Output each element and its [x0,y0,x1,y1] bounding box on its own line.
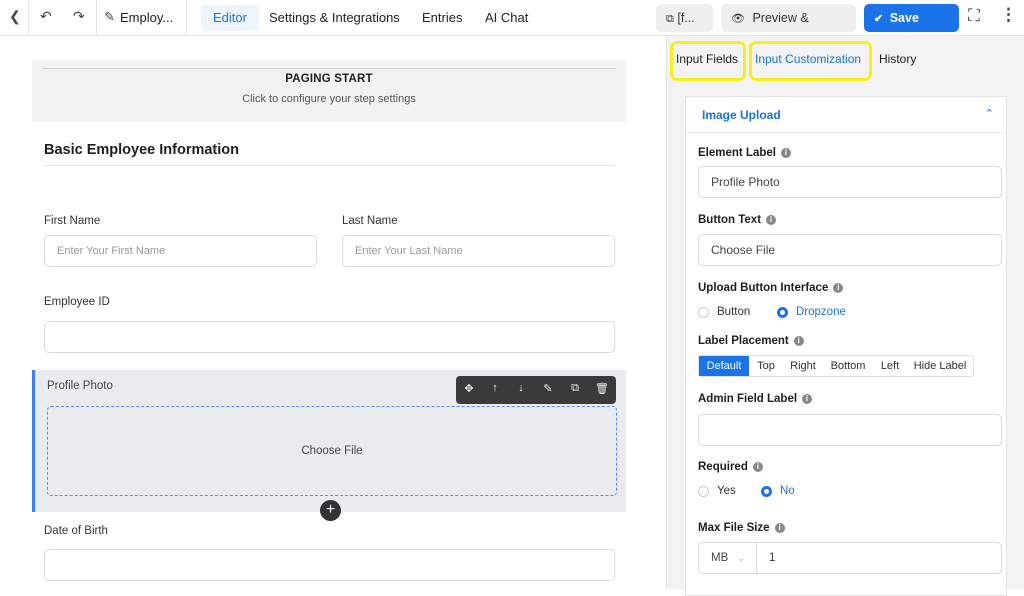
paging-subtitle: Click to configure your step settings [242,93,416,105]
placement-hide-label[interactable]: Hide Label [907,356,973,376]
chevron-up-icon[interactable]: ⌃ [985,107,994,120]
radio-circle-selected [777,307,788,318]
admin-label-input[interactable] [698,414,1002,446]
divider [44,165,615,166]
label-placement-heading: Label Placement i [698,335,804,347]
info-icon: i [766,215,777,225]
duplicate-icon[interactable]: ⧉ [567,382,583,395]
panel-title: Image Upload [702,108,781,122]
divider [28,0,29,36]
panel-header[interactable]: Image Upload ⌃ [686,97,1006,133]
element-label-input[interactable]: Profile Photo [698,166,1002,198]
file-dropzone[interactable]: Choose File [47,406,617,496]
admin-label-heading: Admin Field Label i [698,393,813,405]
radio-circle [698,486,709,497]
move-up-icon[interactable]: ↑ [487,382,503,394]
profile-photo-label: Profile Photo [47,380,113,392]
unit-select[interactable]: MB ⌄ [699,543,757,573]
form-title[interactable]: Employ... [120,10,173,25]
max-file-size-group: MB ⌄ 1 [698,542,1002,574]
placement-bottom[interactable]: Bottom [823,356,873,376]
field-toolbar: ✥ ↑ ↓ ✎ ⧉ 🗑 [456,376,616,404]
placement-top[interactable]: Top [749,356,783,376]
image-upload-panel: Image Upload ⌃ Element Label i Profile Ph… [685,96,1007,596]
tab-entries[interactable]: Entries [410,5,474,31]
paging-start-block[interactable]: PAGING START Click to configure your ste… [32,60,626,122]
edit-title-icon[interactable]: ✎ [104,9,115,25]
divider [96,0,97,36]
shortcode-button[interactable]: ⧉ [f... [656,4,713,32]
divider [186,0,187,36]
check-circle-icon: ✔ [874,13,884,25]
button-text-heading: Button Text i [698,214,777,226]
edit-icon[interactable]: ✎ [540,382,556,395]
placement-right[interactable]: Right [783,356,823,376]
element-label-heading: Element Label i [698,147,791,159]
info-icon: i [774,523,785,533]
save-form-button[interactable]: ✔ Save Form [864,4,959,54]
undo-icon[interactable]: ↶ [40,8,52,25]
top-bar: ❮ ↶ ↷ ✎ Employ... Editor Settings & Inte… [0,0,1024,54]
dob-input[interactable] [44,549,615,581]
upload-interface-heading: Upload Button Interface i [698,282,844,294]
tab-input-fields[interactable]: Input Fields [676,52,738,66]
radio-circle [698,307,709,318]
last-name-input[interactable]: Enter Your Last Name [342,235,615,267]
employee-id-input[interactable] [44,321,615,353]
move-icon[interactable]: ✥ [461,382,477,395]
employee-id-label: Employee ID [44,296,110,308]
form-canvas: PAGING START Click to configure your ste… [0,36,666,589]
radio-label: Yes [717,485,736,497]
redo-icon[interactable]: ↷ [73,8,85,25]
section-title[interactable]: Basic Employee Information [44,142,239,158]
radio-label: Button [717,306,751,318]
tab-ai-chat[interactable]: AI Chat [473,5,540,31]
add-field-plus-icon[interactable]: + [320,500,341,521]
chevron-down-icon: ⌄ [737,553,745,563]
preview-design-button[interactable]: 👁 Preview & Design [721,4,856,54]
first-name-label: First Name [44,215,101,227]
trash-icon[interactable]: 🗑 [594,382,610,395]
radio-circle-selected [761,486,772,497]
label-placement-segmented: Default Top Right Bottom Left Hide Label [698,355,974,377]
paging-title: PAGING START [285,73,373,85]
radio-label: Dropzone [796,306,846,318]
radio-label: No [780,485,795,497]
copy-icon: ⧉ [666,13,674,25]
info-icon: i [752,462,763,472]
fullscreen-icon[interactable]: ⛶ [968,6,980,26]
max-file-size-input[interactable]: 1 [769,543,775,573]
info-icon: i [833,283,844,293]
choose-file-text: Choose File [301,445,363,457]
info-icon: i [780,148,791,158]
eye-icon: 👁 [731,13,745,25]
back-chevron-icon[interactable]: ❮ [9,8,21,25]
tab-input-customization[interactable]: Input Customization [755,52,861,66]
tab-settings-integrations[interactable]: Settings & Integrations [257,5,412,31]
first-name-input[interactable]: Enter Your First Name [44,235,317,267]
profile-photo-field[interactable]: Profile Photo ✥ ↑ ↓ ✎ ⧉ 🗑 Choose File [32,370,626,512]
settings-sidebar: Input Fields Input Customization History… [666,36,1024,596]
tab-history[interactable]: History [879,52,916,66]
dob-label: Date of Birth [44,525,108,537]
placement-left[interactable]: Left [873,356,907,376]
info-icon: i [802,394,813,404]
last-name-label: Last Name [342,215,398,227]
shortcode-label: [f... [677,11,695,25]
divider [42,68,616,69]
button-text-input[interactable]: Choose File [698,234,1002,266]
placement-default[interactable]: Default [699,356,749,376]
move-down-icon[interactable]: ↓ [513,382,529,394]
required-heading: Required i [698,461,763,473]
max-file-size-heading: Max File Size i [698,522,785,534]
tab-editor[interactable]: Editor [201,5,259,31]
more-options-icon[interactable]: ⋮ [1000,5,1017,25]
info-icon: i [793,336,804,346]
